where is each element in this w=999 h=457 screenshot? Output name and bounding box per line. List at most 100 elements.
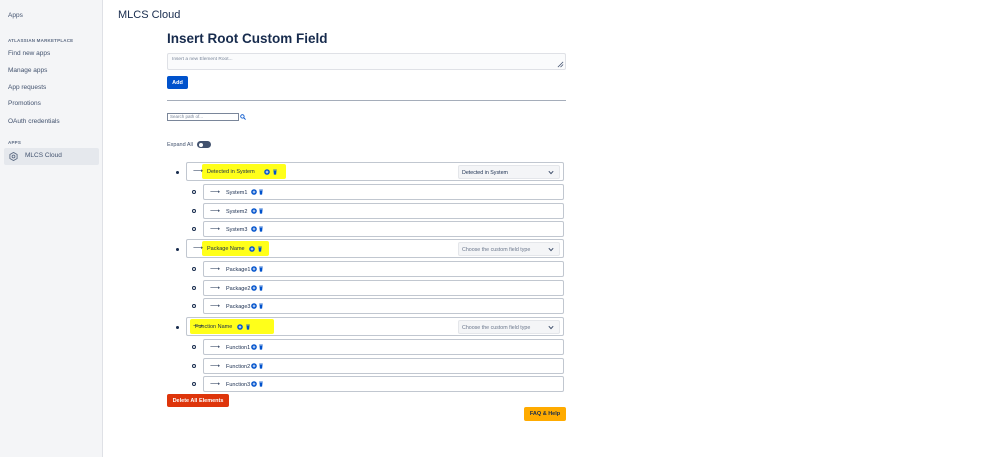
add-child-icon[interactable] <box>251 208 257 214</box>
arrow-icon: ⟶ <box>210 344 221 351</box>
trash-icon[interactable] <box>258 208 264 214</box>
trash-icon[interactable] <box>258 363 264 369</box>
child-element-label: System3 <box>226 227 248 233</box>
sidebar-item-app-requests[interactable]: App requests <box>8 84 46 91</box>
search-icon[interactable] <box>240 114 246 120</box>
sidebar-item-manage-apps[interactable]: Manage apps <box>8 67 47 74</box>
expand-all-label: Expand All <box>167 142 193 148</box>
child-element-row: ⟶ Function3 <box>203 376 564 392</box>
faq-help-button[interactable]: FAQ & Help <box>524 407 566 421</box>
app-title: MLCS Cloud <box>118 9 181 21</box>
arrow-icon: ⟶ <box>210 381 221 388</box>
child-bullet <box>192 190 196 194</box>
arrow-icon: ⟶ <box>210 303 221 310</box>
search-input[interactable]: Search path of... <box>167 113 239 121</box>
child-bullet <box>192 267 196 271</box>
child-element-label: Package3 <box>226 304 251 310</box>
expand-all-toggle[interactable] <box>197 141 211 148</box>
arrow-icon: ⟶ <box>193 245 204 252</box>
gear-icon <box>9 152 18 161</box>
sidebar-heading-apps: APPS <box>8 140 22 145</box>
page-title: Insert Root Custom Field <box>167 31 328 46</box>
resize-handle-icon[interactable] <box>557 61 564 68</box>
sidebar-item-find-new-apps[interactable]: Find new apps <box>8 50 50 57</box>
root-element-row: ⟶ Detected in System Detected in System <box>186 162 564 181</box>
sidebar-item-mlcs-cloud[interactable]: MLCS Cloud <box>4 148 99 165</box>
root-element-label: Detected in System <box>207 169 255 175</box>
root-element-input[interactable]: Insert a new Element Root... <box>167 53 566 70</box>
field-type-select[interactable]: Choose the custom field type <box>458 320 560 334</box>
add-child-icon[interactable] <box>251 381 257 387</box>
root-element-row: ⟶ Function Name Choose the custom field ty… <box>186 317 564 336</box>
trash-icon[interactable] <box>258 226 264 232</box>
add-child-icon[interactable] <box>251 344 257 350</box>
child-element-label: Function3 <box>226 382 251 388</box>
root-element-label: Package Name <box>207 246 245 252</box>
add-child-icon[interactable] <box>251 363 257 369</box>
field-type-select-value: Detected in System <box>462 170 508 176</box>
trash-icon[interactable] <box>257 246 263 252</box>
child-bullet <box>192 364 196 368</box>
child-element-row: ⟶ System1 <box>203 184 564 200</box>
arrow-icon: ⟶ <box>210 226 221 233</box>
add-child-icon[interactable] <box>251 226 257 232</box>
arrow-icon: ⟶ <box>210 285 221 292</box>
child-bullet <box>192 286 196 290</box>
root-element-label: Function Name <box>195 324 233 330</box>
field-type-select-value: Choose the custom field type <box>462 325 531 331</box>
sidebar-item-oauth-credentials[interactable]: OAuth credentials <box>8 118 60 125</box>
child-element-label: System1 <box>226 190 248 196</box>
root-bullet <box>176 171 179 174</box>
trash-icon[interactable] <box>258 285 264 291</box>
add-child-icon[interactable] <box>251 266 257 272</box>
sidebar-item-label: MLCS Cloud <box>25 152 62 159</box>
chevron-down-icon <box>548 170 554 175</box>
chevron-down-icon <box>548 247 554 252</box>
field-type-select-value: Choose the custom field type <box>462 247 531 253</box>
sidebar-item-promotions[interactable]: Promotions <box>8 100 41 107</box>
arrow-icon: ⟶ <box>210 208 221 215</box>
add-child-icon[interactable] <box>251 285 257 291</box>
trash-icon[interactable] <box>258 189 264 195</box>
trash-icon[interactable] <box>245 324 251 330</box>
trash-icon[interactable] <box>258 266 264 272</box>
trash-icon[interactable] <box>258 303 264 309</box>
trash-icon[interactable] <box>258 381 264 387</box>
add-button[interactable]: Add <box>167 76 188 89</box>
child-element-row: ⟶ Package3 <box>203 298 564 314</box>
trash-icon[interactable] <box>258 344 264 350</box>
field-type-select[interactable]: Choose the custom field type <box>458 242 560 256</box>
trash-icon[interactable] <box>272 169 278 175</box>
child-element-row: ⟶ Function1 <box>203 339 564 355</box>
toggle-knob <box>198 142 203 147</box>
add-child-icon[interactable] <box>237 324 243 330</box>
child-bullet <box>192 345 196 349</box>
add-child-icon[interactable] <box>251 189 257 195</box>
arrow-icon: ⟶ <box>210 266 221 273</box>
arrow-icon: ⟶ <box>193 168 204 175</box>
arrow-icon: ⟶ <box>210 189 221 196</box>
add-child-icon[interactable] <box>249 246 255 252</box>
child-element-row: ⟶ System2 <box>203 203 564 219</box>
child-bullet <box>192 209 196 213</box>
sidebar-item-apps[interactable]: Apps <box>8 12 23 19</box>
chevron-down-icon <box>548 325 554 330</box>
child-element-label: Package2 <box>226 286 251 292</box>
child-bullet <box>192 227 196 231</box>
field-type-select[interactable]: Detected in System <box>458 165 560 179</box>
root-element-placeholder: Insert a new Element Root... <box>172 57 233 62</box>
child-element-label: Function1 <box>226 345 251 351</box>
child-element-row: ⟶ Function2 <box>203 358 564 374</box>
divider <box>167 100 566 101</box>
arrow-icon: ⟶ <box>210 363 221 370</box>
sidebar-heading-marketplace: ATLASSIAN MARKETPLACE <box>8 38 74 43</box>
child-bullet <box>192 382 196 386</box>
child-bullet <box>192 304 196 308</box>
delete-all-elements-button[interactable]: Delete All Elements <box>167 394 229 407</box>
add-child-icon[interactable] <box>251 303 257 309</box>
child-element-label: Function2 <box>226 364 251 370</box>
root-bullet <box>176 248 179 251</box>
root-element-row: ⟶ Package Name Choose the custom field typ… <box>186 239 564 258</box>
child-element-row: ⟶ Package2 <box>203 280 564 296</box>
add-child-icon[interactable] <box>264 169 270 175</box>
